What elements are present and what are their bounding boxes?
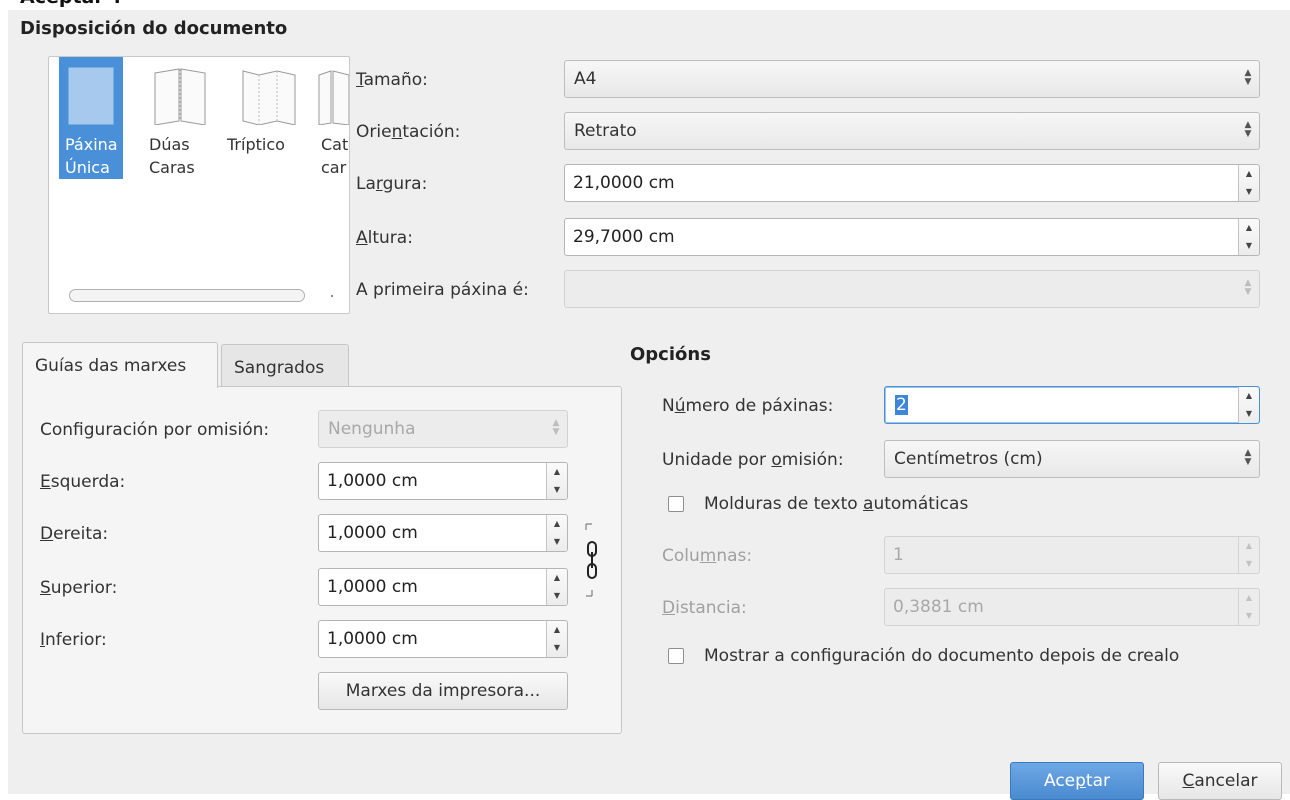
chain-link-icon[interactable] — [584, 522, 604, 598]
horizontal-scrollbar[interactable] — [69, 289, 305, 302]
section-title-layout: Disposición do documento — [20, 18, 288, 39]
spin-down-icon[interactable]: ▼ — [1239, 555, 1259, 573]
left-margin-label: Esquerda: — [40, 472, 126, 492]
right-margin-label: Dereita: — [40, 524, 109, 544]
spin-up-icon[interactable]: ▲ — [1239, 537, 1259, 555]
layout-caption: Tríptico — [227, 135, 285, 154]
spin-buttons[interactable]: ▲ ▼ — [1238, 165, 1259, 201]
height-label: Altura: — [356, 228, 413, 248]
columns-label: Columnas: — [662, 546, 753, 566]
preset-label: Configuración por omisión: — [40, 420, 270, 440]
spin-down-icon[interactable]: ▼ — [1239, 237, 1259, 255]
spin-down-icon[interactable]: ▼ — [1239, 183, 1259, 201]
default-unit-label: Unidade por omisión: — [662, 450, 844, 470]
spin-up-icon[interactable]: ▲ — [547, 569, 567, 587]
spin-up-icon[interactable]: ▲ — [1239, 165, 1259, 183]
size-label: Tamaño: — [356, 70, 428, 90]
catalog-icon — [318, 70, 349, 125]
triptych-icon — [242, 70, 296, 125]
spin-arrows-icon: ▲ ▼ — [1244, 68, 1252, 87]
tab-margin-guides[interactable]: Guías das marxes — [22, 342, 218, 388]
show-settings-label[interactable]: Mostrar a configuración do documento dep… — [704, 646, 1179, 666]
scroll-indicator — [331, 295, 333, 297]
page-count-label: Número de páxinas: — [662, 396, 834, 416]
layout-caption: Páxina Única — [65, 135, 118, 177]
page-count-spinbox[interactable]: 2 ▲ ▼ — [884, 386, 1260, 424]
spin-buttons[interactable]: ▲ ▼ — [546, 515, 567, 551]
orientation-label: Orientación: — [356, 122, 461, 142]
spin-arrows-icon: ▲ ▼ — [1244, 278, 1252, 297]
cut-off-text: Aceptar". — [20, 0, 121, 8]
right-margin-spinbox[interactable]: 1,0000 cm ▲ ▼ — [318, 514, 568, 552]
spin-buttons[interactable]: ▲ ▼ — [546, 621, 567, 657]
spin-arrows-icon: ▲ ▼ — [552, 418, 560, 437]
document-setup-dialog: Disposición do documento Páxina Única Dúa… — [8, 10, 1290, 800]
spin-buttons[interactable]: ▲ ▼ — [546, 569, 567, 605]
auto-frames-checkbox[interactable] — [668, 496, 684, 512]
spacing-label: Distancia: — [662, 598, 747, 618]
spin-down-icon[interactable]: ▼ — [1239, 607, 1259, 625]
bottom-margin-label: Inferior: — [40, 630, 107, 650]
spin-down-icon[interactable]: ▼ — [547, 639, 567, 657]
spin-buttons[interactable]: ▲ ▼ — [546, 463, 567, 499]
width-label: Largura: — [356, 174, 428, 194]
layout-caption: Cat car — [321, 135, 349, 177]
default-unit-combo[interactable]: Centímetros (cm) ▲ ▼ — [884, 440, 1260, 478]
first-page-label: A primeira páxina é: — [356, 280, 529, 300]
spin-up-icon[interactable]: ▲ — [547, 463, 567, 481]
spin-up-icon[interactable]: ▲ — [1239, 387, 1259, 405]
spin-up-icon[interactable]: ▲ — [547, 621, 567, 639]
spin-buttons[interactable]: ▲ ▼ — [1238, 387, 1259, 423]
spin-down-icon[interactable]: ▼ — [547, 481, 567, 499]
layout-list[interactable]: Páxina Única Dúas Caras Tríptico Cat car — [48, 56, 350, 314]
top-margin-label: Superior: — [40, 578, 118, 598]
spin-arrows-icon: ▲ ▼ — [1244, 120, 1252, 139]
top-bleed — [0, 0, 1290, 10]
two-sided-icon — [154, 68, 206, 125]
spin-buttons[interactable]: ▲ ▼ — [1238, 219, 1259, 255]
ok-button[interactable]: Aceptar — [1010, 762, 1144, 800]
spin-up-icon[interactable]: ▲ — [1239, 589, 1259, 607]
top-margin-spinbox[interactable]: 1,0000 cm ▲ ▼ — [318, 568, 568, 606]
printer-margins-button[interactable]: Marxes da impresora... — [318, 672, 568, 710]
spin-buttons[interactable]: ▲ ▼ — [1238, 589, 1259, 625]
layout-item-two-sided[interactable]: Dúas Caras — [143, 57, 213, 179]
tab-bleeds[interactable]: Sangrados — [221, 344, 349, 388]
bottom-margin-spinbox[interactable]: 1,0000 cm ▲ ▼ — [318, 620, 568, 658]
preset-combo[interactable]: Nengunha ▲ ▼ — [318, 410, 568, 448]
layout-item-single-page[interactable]: Páxina Única — [59, 57, 123, 179]
orientation-combo[interactable]: Retrato ▲ ▼ — [564, 112, 1260, 150]
auto-frames-label[interactable]: Molduras de texto automáticas — [704, 494, 968, 514]
spin-buttons[interactable]: ▲ ▼ — [1238, 537, 1259, 573]
first-page-combo[interactable]: ▲ ▼ — [564, 270, 1260, 308]
layout-caption: Dúas Caras — [149, 135, 195, 177]
cancel-button[interactable]: Cancelar — [1158, 762, 1282, 800]
show-settings-checkbox[interactable] — [668, 648, 684, 664]
size-combo[interactable]: A4 ▲ ▼ — [564, 60, 1260, 98]
layout-item-triptych[interactable]: Tríptico — [221, 57, 307, 179]
spin-down-icon[interactable]: ▼ — [547, 533, 567, 551]
spin-down-icon[interactable]: ▼ — [547, 587, 567, 605]
spin-down-icon[interactable]: ▼ — [1239, 405, 1259, 423]
height-spinbox[interactable]: 29,7000 cm ▲ ▼ — [564, 218, 1260, 256]
section-title-options: Opcións — [630, 344, 711, 365]
spin-arrows-icon: ▲ ▼ — [1244, 448, 1252, 467]
width-spinbox[interactable]: 21,0000 cm ▲ ▼ — [564, 164, 1260, 202]
spin-up-icon[interactable]: ▲ — [547, 515, 567, 533]
columns-spinbox[interactable]: 1 ▲ ▼ — [884, 536, 1260, 574]
spin-up-icon[interactable]: ▲ — [1239, 219, 1259, 237]
layout-item-catalog[interactable]: Cat car — [307, 57, 349, 179]
spacing-spinbox[interactable]: 0,3881 cm ▲ ▼ — [884, 588, 1260, 626]
single-page-icon — [68, 67, 114, 125]
left-margin-spinbox[interactable]: 1,0000 cm ▲ ▼ — [318, 462, 568, 500]
